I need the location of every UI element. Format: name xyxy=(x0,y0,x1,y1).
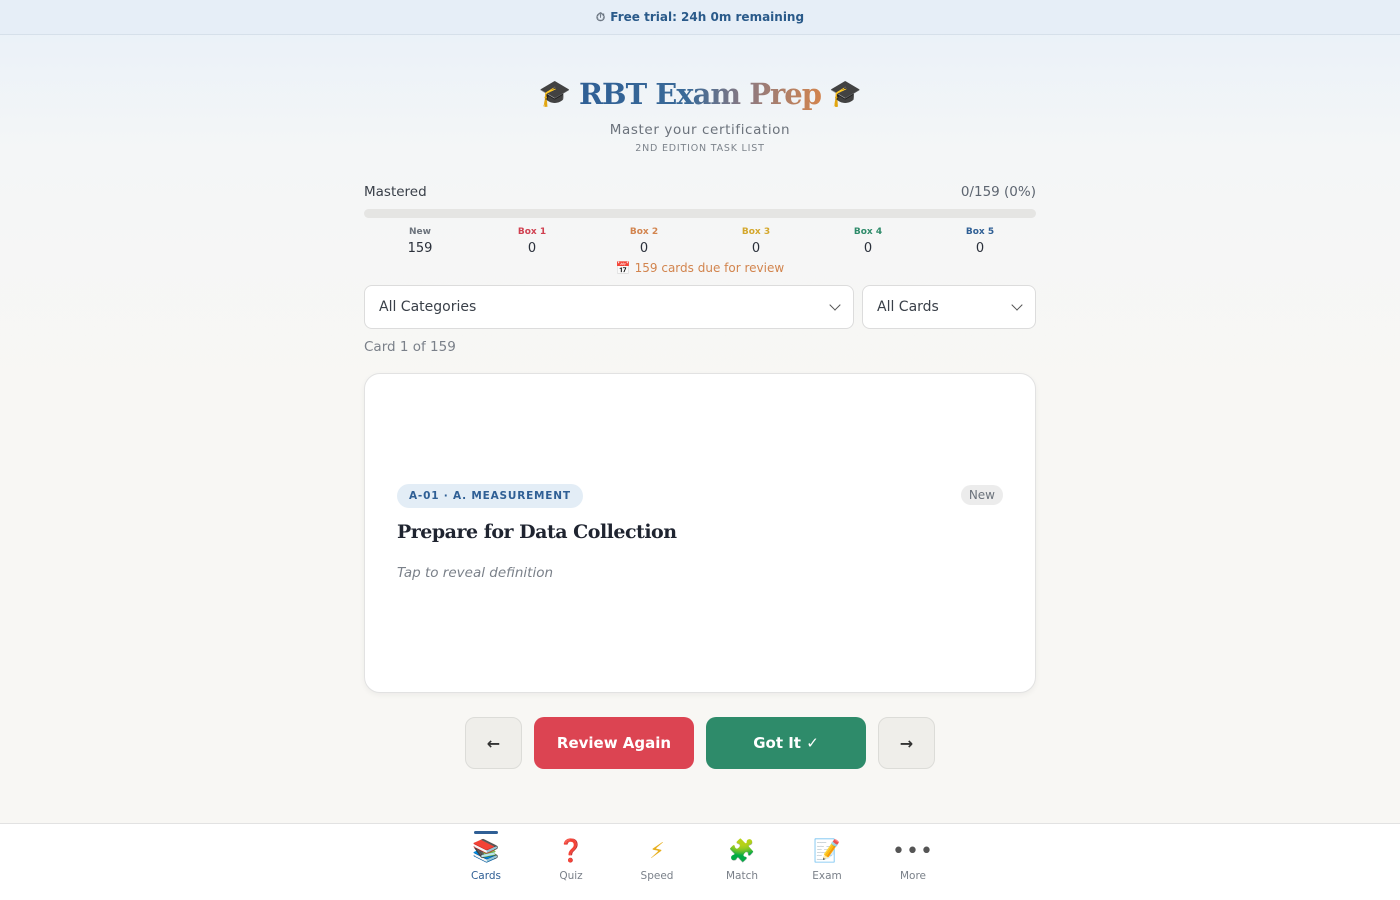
cards-filter-select[interactable]: All Cards xyxy=(862,285,1036,329)
mastered-label: Mastered xyxy=(364,184,427,200)
trial-banner: ⏱ Free trial: 24h 0m remaining xyxy=(0,0,1400,35)
nav-label: Match xyxy=(725,870,759,882)
graduation-cap-icon: 🎓 xyxy=(538,79,571,109)
nav-item-speed[interactable]: ⚡ Speed xyxy=(627,824,687,900)
lightning-icon: ⚡ xyxy=(649,839,665,864)
nav-item-quiz[interactable]: ❓ Quiz xyxy=(541,824,601,900)
due-review-notice: 📅 159 cards due for review xyxy=(0,261,1400,275)
bottom-navigation: 📚 Cards ❓ Quiz ⚡ Speed 🧩 Match 📝 Exam ••… xyxy=(0,823,1400,900)
nav-label: Cards xyxy=(470,870,502,882)
box-new: New 159 xyxy=(364,227,476,256)
nav-item-exam[interactable]: 📝 Exam xyxy=(797,824,857,900)
stopwatch-icon: ⏱ xyxy=(595,9,606,24)
puzzle-icon: 🧩 xyxy=(728,839,756,864)
box-5: Box 5 0 xyxy=(924,227,1036,256)
nav-label: Quiz xyxy=(559,870,583,882)
chevron-down-icon xyxy=(829,299,841,311)
box-label: Box 4 xyxy=(853,227,883,237)
box-value: 0 xyxy=(863,241,873,256)
box-1: Box 1 0 xyxy=(476,227,588,256)
box-label: Box 1 xyxy=(517,227,547,237)
nav-label: Exam xyxy=(812,870,842,882)
more-icon: ••• xyxy=(892,839,934,864)
memo-icon: 📝 xyxy=(813,839,841,864)
nav-item-match[interactable]: 🧩 Match xyxy=(712,824,772,900)
box-label: New xyxy=(409,227,431,237)
card-counter: Card 1 of 159 xyxy=(364,339,456,355)
arrow-right-icon: → xyxy=(899,733,914,753)
graduation-cap-icon: 🎓 xyxy=(829,79,862,109)
calendar-icon: 📅 xyxy=(615,261,631,275)
previous-card-button[interactable]: ← xyxy=(465,717,522,769)
chevron-down-icon xyxy=(1011,299,1023,311)
box-2: Box 2 0 xyxy=(588,227,700,256)
cards-filter-value: All Cards xyxy=(877,299,939,315)
question-icon: ❓ xyxy=(557,839,585,864)
box-value: 0 xyxy=(975,241,985,256)
card-status-badge: New xyxy=(960,485,1003,505)
category-select[interactable]: All Categories xyxy=(364,285,854,329)
app-title: RBT Exam Prep xyxy=(578,77,822,111)
nav-label: Speed xyxy=(640,870,674,882)
active-tab-indicator xyxy=(474,831,498,834)
mastery-progress-bar xyxy=(364,209,1036,218)
card-term: Prepare for Data Collection xyxy=(397,521,677,543)
trial-text: Free trial: 24h 0m remaining xyxy=(610,10,805,24)
box-4: Box 4 0 xyxy=(812,227,924,256)
app-subtitle: Master your certification xyxy=(609,122,791,138)
mastered-count: 0/159 (0%) xyxy=(960,184,1036,200)
due-text: 159 cards due for review xyxy=(634,261,785,275)
box-label: Box 5 xyxy=(965,227,995,237)
edition-label: 2ND EDITION TASK LIST xyxy=(635,143,765,154)
flashcard[interactable]: A-01 · A. MEASUREMENT New Prepare for Da… xyxy=(364,373,1036,693)
books-icon: 📚 xyxy=(472,839,500,864)
next-card-button[interactable]: → xyxy=(878,717,935,769)
box-value: 159 xyxy=(407,241,433,256)
box-label: Box 3 xyxy=(741,227,771,237)
nav-label: More xyxy=(899,870,927,882)
mastery-row: Mastered 0/159 (0%) xyxy=(364,184,1036,200)
box-3: Box 3 0 xyxy=(700,227,812,256)
card-category-tag: A-01 · A. MEASUREMENT xyxy=(397,484,583,508)
nav-item-more[interactable]: ••• More xyxy=(883,824,943,900)
box-label: Box 2 xyxy=(629,227,659,237)
reveal-hint: Tap to reveal definition xyxy=(397,565,554,581)
got-it-button[interactable]: Got It ✓ xyxy=(706,717,866,769)
app-header: 🎓 RBT Exam Prep 🎓 Master your certificat… xyxy=(0,74,1400,154)
review-again-button[interactable]: Review Again xyxy=(534,717,694,769)
arrow-left-icon: ← xyxy=(486,733,501,753)
nav-item-cards[interactable]: 📚 Cards xyxy=(456,824,516,900)
box-value: 0 xyxy=(639,241,649,256)
box-value: 0 xyxy=(751,241,761,256)
category-select-value: All Categories xyxy=(379,299,477,315)
leitner-boxes: New 159 Box 1 0 Box 2 0 Box 3 0 Box 4 0 … xyxy=(364,227,1036,256)
box-value: 0 xyxy=(527,241,537,256)
